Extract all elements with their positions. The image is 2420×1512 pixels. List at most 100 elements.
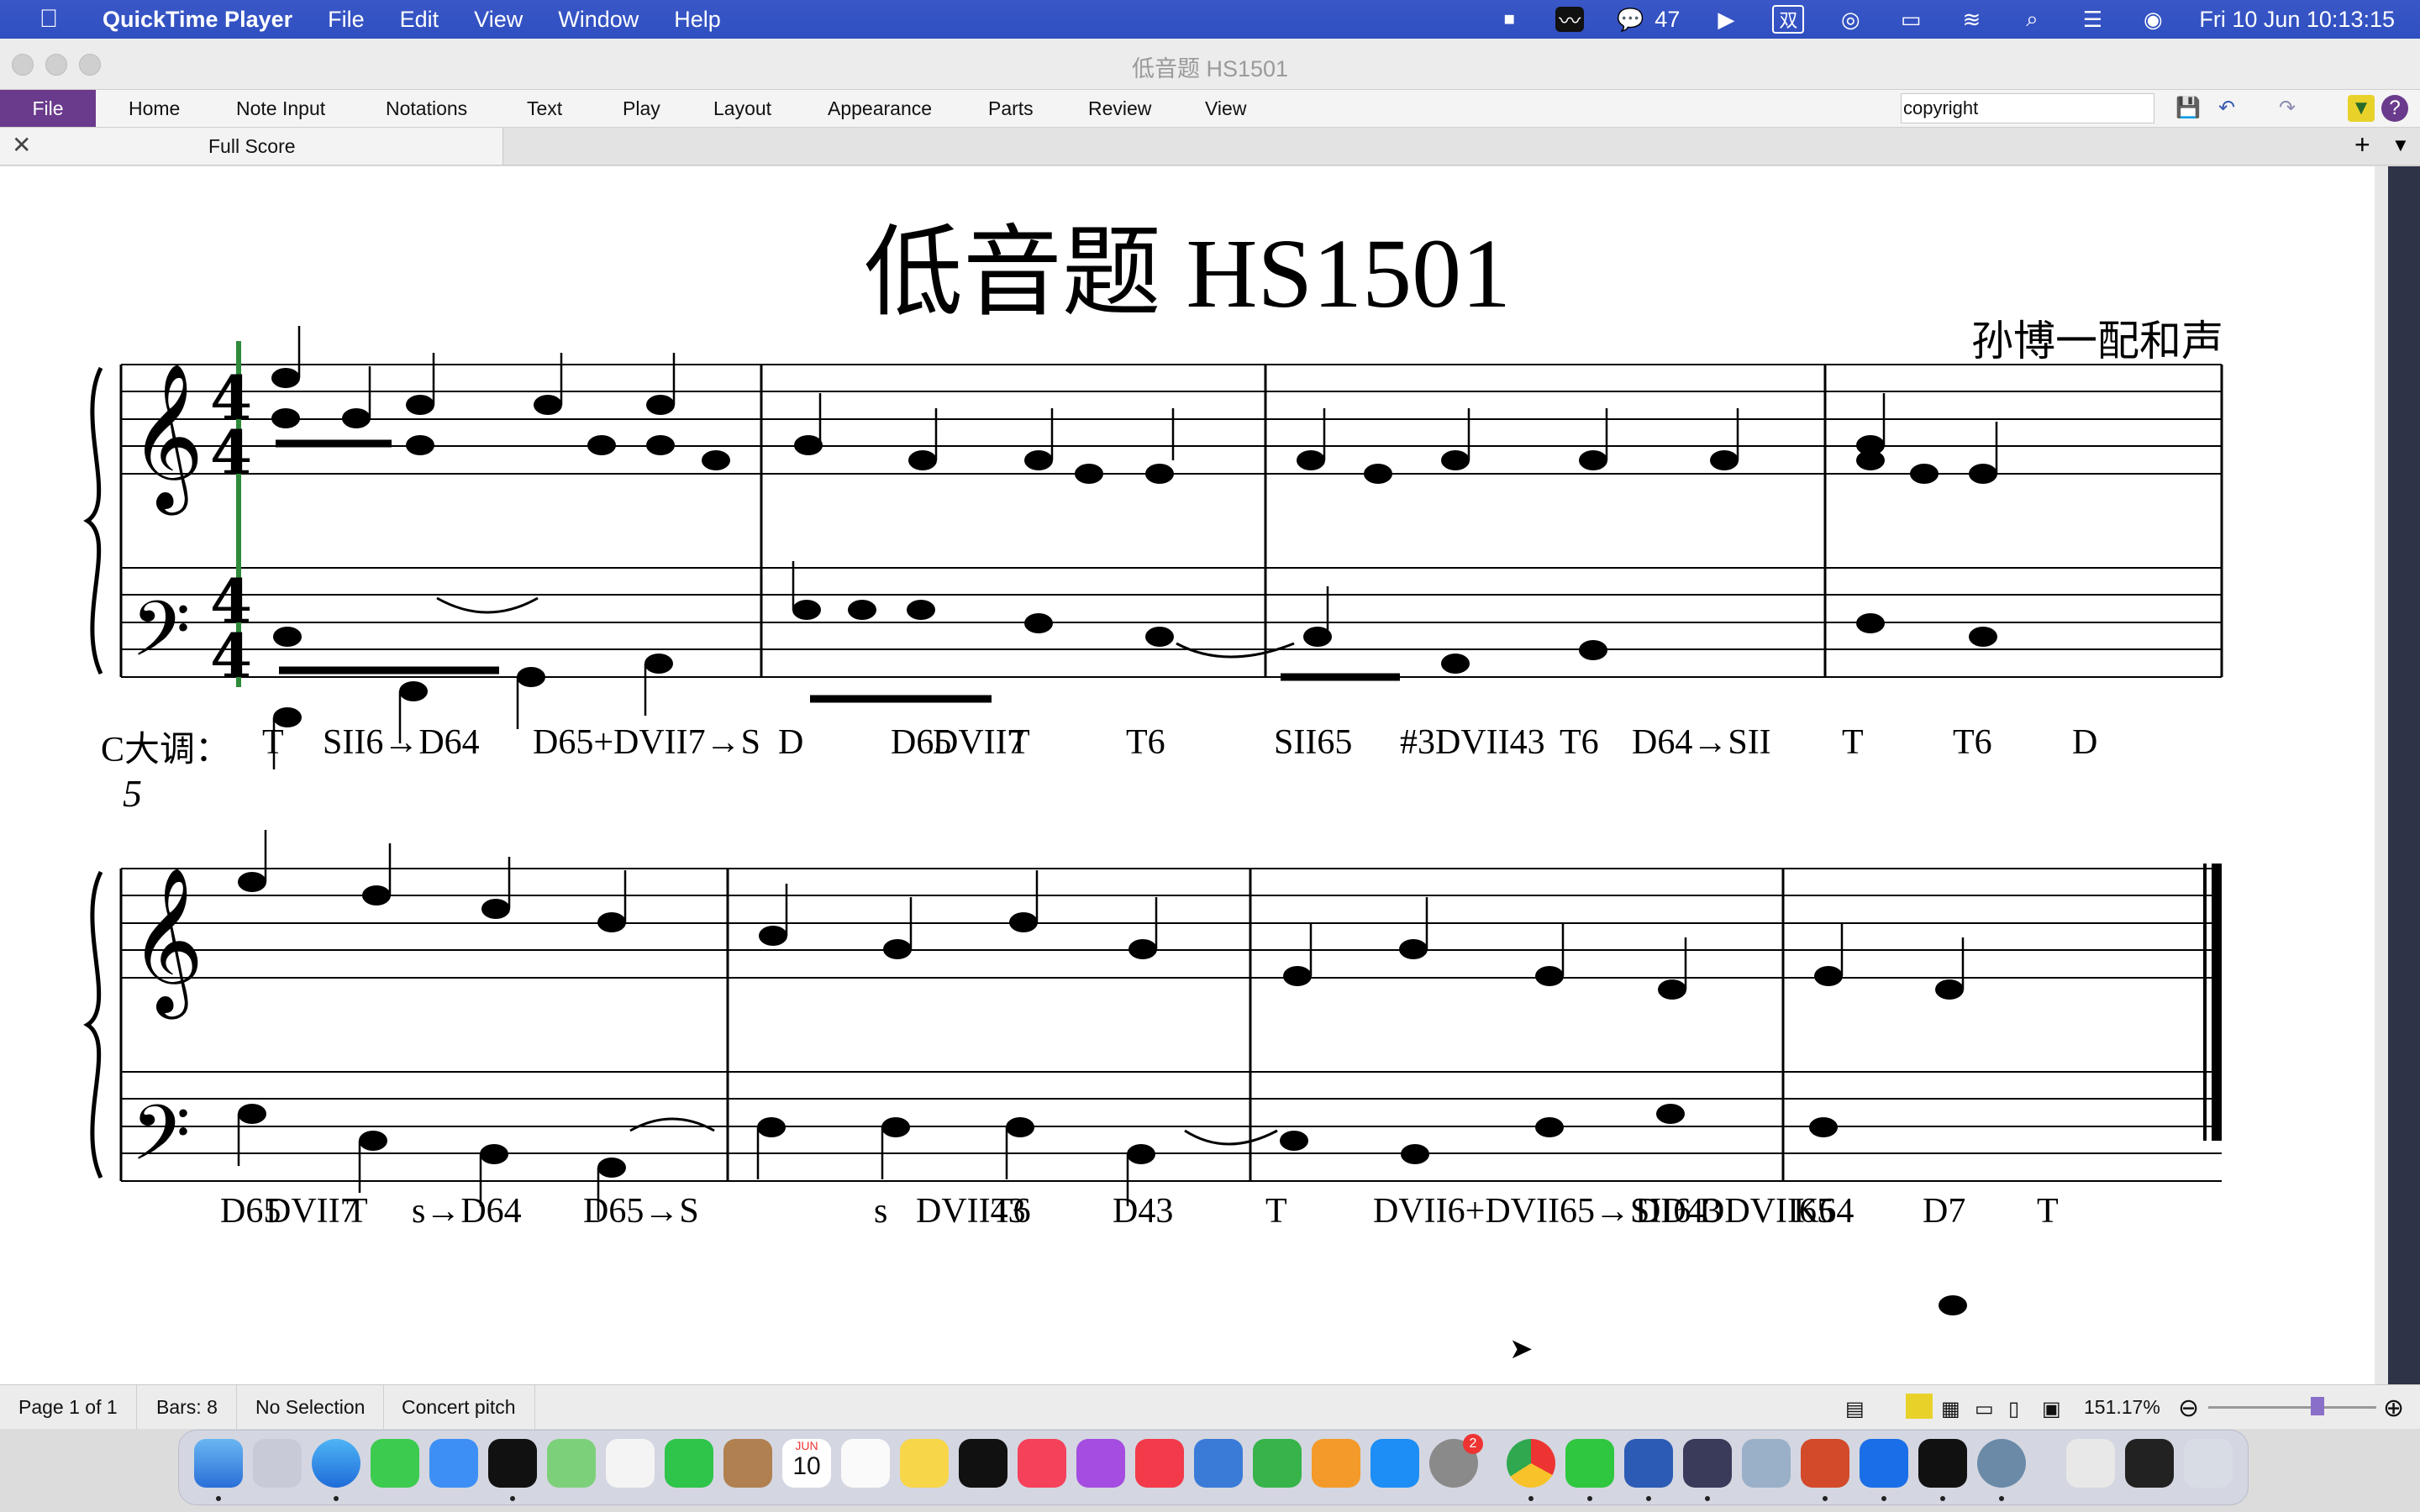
menu-edit[interactable]: Edit — [400, 7, 439, 33]
tab-text[interactable]: Text — [527, 90, 562, 127]
search-icon[interactable]: ⌕ — [2018, 6, 2046, 32]
airdrop-icon[interactable]: ◎ — [1836, 7, 1865, 32]
zoom-level: 151.17% — [2084, 1396, 2160, 1418]
notes-icon[interactable] — [900, 1439, 949, 1488]
tab-note-input[interactable]: Note Input — [236, 90, 325, 127]
calendar-day: 10 — [792, 1452, 821, 1480]
analysis-1-1: T — [262, 723, 284, 762]
status-pitch[interactable]: Concert pitch — [383, 1385, 535, 1429]
tab-play[interactable]: Play — [623, 90, 660, 127]
documents-folder-icon[interactable] — [2066, 1439, 2115, 1488]
news-icon[interactable] — [1135, 1439, 1184, 1488]
tab-parts[interactable]: Parts — [988, 90, 1034, 127]
undo-icon[interactable]: ↶ — [2213, 95, 2240, 122]
facetime-icon[interactable] — [665, 1439, 713, 1488]
view-mode-icon[interactable] — [1906, 1394, 1933, 1419]
menu-window[interactable]: Window — [558, 7, 639, 33]
wechat-dock-icon[interactable] — [1565, 1439, 1614, 1488]
tab-review[interactable]: Review — [1088, 90, 1151, 127]
messages-icon[interactable] — [371, 1439, 419, 1488]
calendar-icon[interactable]: JUN 10 — [782, 1439, 831, 1488]
preferences-badge: 2 — [1463, 1434, 1483, 1454]
input-method-icon[interactable]: 双 — [1772, 5, 1805, 34]
help-icon[interactable]: ? — [2381, 95, 2408, 122]
quicktime-icon[interactable] — [1977, 1439, 2026, 1488]
analysis-2-16: T — [2037, 1192, 2059, 1231]
battery-icon[interactable]: ▭ — [1897, 7, 1925, 32]
screenshot-thumb-icon[interactable] — [2125, 1439, 2174, 1488]
tab-menu-icon[interactable]: ▼ — [2391, 134, 2410, 156]
musescore-icon[interactable] — [1683, 1439, 1732, 1488]
screen-icon[interactable]: ▣ — [2042, 1397, 2061, 1421]
page-icon[interactable]: ▯ — [2008, 1397, 2019, 1421]
analysis-2-3: T — [346, 1192, 368, 1231]
sibelius-icon[interactable]: 〰 — [1555, 7, 1585, 34]
zoom-slider-handle[interactable] — [2311, 1397, 2324, 1415]
zoom-in-icon[interactable]: ⊕ — [2383, 1394, 2404, 1423]
analysis-2-5: D65→S — [583, 1192, 699, 1231]
analysis-2-14: K64 — [1793, 1192, 1854, 1231]
menu-help[interactable]: Help — [674, 7, 721, 33]
save-icon[interactable]: 💾 — [2175, 95, 2202, 122]
reminders-icon[interactable] — [841, 1439, 890, 1488]
wifi-icon[interactable]: ≋ — [1957, 7, 1986, 32]
search-input[interactable]: copyright — [1901, 93, 2154, 123]
play-icon[interactable]: ▶ — [1712, 7, 1740, 32]
wechat-icon[interactable]: 💬 — [1616, 7, 1644, 32]
powerpoint-icon[interactable] — [1801, 1439, 1849, 1488]
right-scrollbar[interactable] — [2375, 166, 2420, 1384]
launchpad-icon[interactable] — [253, 1439, 302, 1488]
safari-icon[interactable] — [312, 1439, 360, 1488]
panorama-icon[interactable]: ▭ — [1975, 1397, 1994, 1421]
maps-icon[interactable] — [547, 1439, 596, 1488]
preview-icon[interactable] — [1742, 1439, 1791, 1488]
analysis-1-12: D64→SII — [1632, 723, 1771, 762]
tab-home[interactable]: Home — [129, 90, 180, 127]
record-stop-icon[interactable]: ⏹ — [1495, 6, 1523, 32]
apple-icon[interactable]:  — [24, 5, 74, 34]
score-canvas[interactable]: 低音题 HS1501 孙博一配和声 𝄞 𝄢 𝄞 𝄢 4 4 4 4 5 C大调：… — [0, 166, 2375, 1384]
chrome-icon[interactable] — [1507, 1439, 1555, 1488]
close-tab-icon[interactable]: ✕ — [12, 131, 31, 159]
menu-app-name[interactable]: QuickTime Player — [103, 7, 292, 33]
app-store-icon[interactable] — [1370, 1439, 1419, 1488]
control-center-icon[interactable]: ☰ — [2078, 7, 2107, 32]
menu-clock[interactable]: Fri 10 Jun 10:13:15 — [2199, 7, 2395, 33]
music-icon[interactable] — [1018, 1439, 1066, 1488]
zoom-slider[interactable] — [2208, 1406, 2376, 1409]
grid-view-icon[interactable]: ▦ — [1941, 1397, 1960, 1421]
window-title-bar: 低音题 HS1501 — [0, 39, 2420, 90]
word-icon[interactable] — [1624, 1439, 1673, 1488]
keynote-icon[interactable] — [1194, 1439, 1243, 1488]
tab-view[interactable]: View — [1205, 90, 1246, 127]
filter-icon[interactable]: ▼ — [2348, 95, 2375, 122]
tab-full-score[interactable]: ✕ Full Score — [0, 128, 503, 165]
add-tab-icon[interactable]: + — [2354, 129, 2370, 160]
feishu-icon[interactable] — [1860, 1439, 1908, 1488]
layout-icon[interactable]: ▤ — [1845, 1397, 1865, 1421]
status-bars: Bars: 8 — [138, 1385, 237, 1429]
finder-icon[interactable] — [194, 1439, 243, 1488]
zoom-out-icon[interactable]: ⊖ — [2178, 1394, 2199, 1423]
tab-file[interactable]: File — [0, 90, 96, 127]
redo-icon[interactable]: ↷ — [2274, 95, 2301, 122]
trash-icon[interactable] — [2184, 1439, 2233, 1488]
tab-layout[interactable]: Layout — [713, 90, 771, 127]
numbers-icon[interactable] — [1253, 1439, 1302, 1488]
sibelius-dock-icon[interactable] — [488, 1439, 537, 1488]
analysis-1-15: D — [2072, 723, 2098, 762]
apple-tv-icon[interactable] — [959, 1439, 1007, 1488]
podcasts-icon[interactable] — [1076, 1439, 1125, 1488]
menu-file[interactable]: File — [328, 7, 365, 33]
tab-appearance[interactable]: Appearance — [828, 90, 932, 127]
mail-icon[interactable] — [429, 1439, 478, 1488]
bass-clef-1: 𝄢 — [131, 585, 191, 692]
status-bar: Page 1 of 1 Bars: 8 No Selection Concert… — [0, 1384, 2420, 1429]
pages-icon[interactable] — [1312, 1439, 1360, 1488]
menu-view[interactable]: View — [474, 7, 523, 33]
tab-notations[interactable]: Notations — [386, 90, 467, 127]
siri-icon[interactable]: ◉ — [2139, 7, 2167, 32]
photos-icon[interactable] — [606, 1439, 655, 1488]
sibelius-2-icon[interactable] — [1918, 1439, 1967, 1488]
contacts-icon[interactable] — [723, 1439, 772, 1488]
